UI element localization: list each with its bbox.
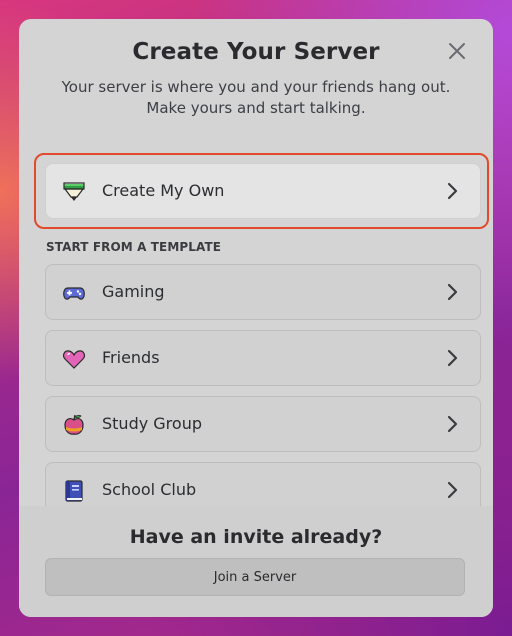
apple-icon xyxy=(64,414,84,435)
template-list[interactable]: Gaming Friends Study Group School Club xyxy=(19,262,493,506)
template-school-club-button[interactable]: School Club xyxy=(45,462,481,506)
template-section-label: START FROM A TEMPLATE xyxy=(46,240,222,254)
template-study-group-button[interactable]: Study Group xyxy=(45,396,481,452)
create-server-modal: Create Your Server Your server is where … xyxy=(19,19,493,617)
game-controller-icon xyxy=(63,287,85,300)
template-label: Study Group xyxy=(102,414,202,433)
template-label: School Club xyxy=(102,480,197,499)
invite-heading: Have an invite already? xyxy=(129,526,383,548)
chevron-right-icon xyxy=(447,349,458,367)
chevron-right-icon xyxy=(447,283,458,301)
create-my-own-button[interactable]: Create My Own xyxy=(45,163,481,219)
template-label: Gaming xyxy=(102,282,165,301)
chevron-right-icon xyxy=(447,415,458,433)
book-icon xyxy=(65,480,83,502)
pencil-icon xyxy=(63,182,85,201)
dialog-subtitle: Your server is where you and your friend… xyxy=(61,78,451,117)
template-label: Friends xyxy=(102,348,160,367)
heart-icon xyxy=(63,350,85,369)
template-gaming-button[interactable]: Gaming xyxy=(45,264,481,320)
template-friends-button[interactable]: Friends xyxy=(45,330,481,386)
dialog-footer: Have an invite already? Join a Server xyxy=(19,506,493,617)
dialog-title: Create Your Server xyxy=(132,39,380,65)
chevron-right-icon xyxy=(447,182,458,200)
join-server-button[interactable]: Join a Server xyxy=(45,558,465,596)
chevron-right-icon xyxy=(447,481,458,499)
create-my-own-label: Create My Own xyxy=(102,181,225,200)
